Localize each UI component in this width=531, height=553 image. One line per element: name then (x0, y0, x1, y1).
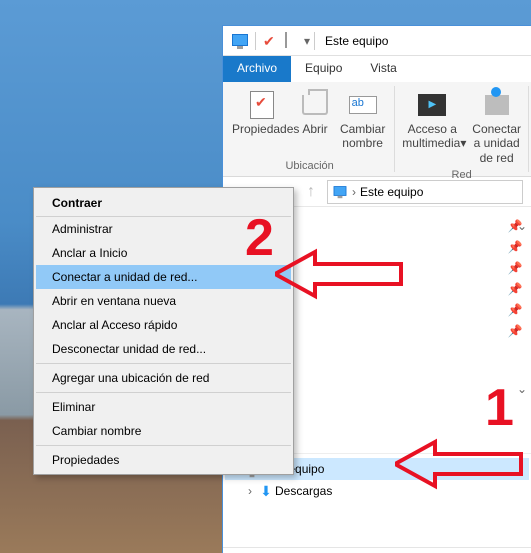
abrir-button[interactable]: Abrir (297, 86, 333, 158)
ctx-separator (36, 363, 291, 364)
conectar-label: Conectar a unidad de red (472, 122, 521, 165)
downloads-icon: ⬇ (257, 483, 275, 500)
media-icon (418, 94, 446, 116)
ctx-eliminar[interactable]: Eliminar (36, 395, 291, 419)
propiedades-label: Propiedades (232, 122, 292, 136)
rename-icon (349, 96, 377, 114)
ctx-anclar-rapido[interactable]: Anclar al Acceso rápido (36, 313, 291, 337)
network-drive-icon (485, 95, 509, 115)
separator (314, 32, 315, 50)
qat-newfolder-icon[interactable] (285, 33, 301, 49)
ribbon-group-ubicacion: Propiedades Abrir Cambiar nombre Ubicaci… (225, 86, 395, 172)
qat-properties-icon[interactable]: ✔ (263, 33, 279, 49)
ribbon: Propiedades Abrir Cambiar nombre Ubicaci… (223, 82, 531, 177)
pin-icon: 📌 (507, 324, 523, 338)
abrir-label: Abrir (302, 122, 327, 136)
acceso-multimedia-button[interactable]: Acceso a multimedia▾ (397, 86, 467, 167)
ctx-agregar-ubicacion[interactable]: Agregar una ubicación de red (36, 366, 291, 390)
ctx-abrir-ventana[interactable]: Abrir en ventana nueva (36, 289, 291, 313)
ctx-desconectar[interactable]: Desconectar unidad de red... (36, 337, 291, 361)
separator (255, 32, 256, 50)
properties-icon (250, 91, 274, 119)
ctx-conectar-red[interactable]: Conectar a unidad de red... (36, 265, 291, 289)
tree-descargas[interactable]: › ⬇ Descargas (225, 480, 529, 502)
tab-equipo[interactable]: Equipo (291, 56, 356, 82)
computer-icon (332, 184, 348, 199)
address-field[interactable]: › Este equipo (327, 180, 523, 204)
propiedades-button[interactable]: Propiedades (227, 86, 297, 158)
open-icon (302, 95, 328, 115)
chevron-right-icon: › (352, 185, 356, 199)
pin-icon: 📌 (507, 282, 523, 296)
pin-icon: 📌 (507, 240, 523, 254)
ctx-cambiar-nombre[interactable]: Cambiar nombre (36, 419, 291, 443)
tab-vista[interactable]: Vista (356, 56, 410, 82)
expand-chevron-icon[interactable]: ⌄ (517, 219, 527, 233)
titlebar: ✔ ▾ Este equipo (223, 26, 531, 56)
annotation-2: 2 (245, 208, 274, 268)
nav-up-button[interactable]: ↑ (299, 180, 323, 204)
address-root[interactable]: Este equipo (360, 185, 423, 199)
ctx-separator (36, 392, 291, 393)
annotation-1: 1 (485, 378, 514, 438)
cambiar-label: Cambiar nombre (338, 122, 387, 151)
qat-dropdown-icon[interactable]: ▾ (304, 34, 310, 48)
conectar-red-button[interactable]: Conectar a unidad de red (467, 86, 526, 167)
expand-chevron-icon[interactable]: ⌄ (517, 382, 527, 396)
cambiar-nombre-button[interactable]: Cambiar nombre (333, 86, 392, 158)
ctx-propiedades[interactable]: Propiedades (36, 448, 291, 472)
group-label-red: Red (452, 169, 472, 181)
ctx-separator (36, 445, 291, 446)
group-label-ubicacion: Ubicación (285, 160, 333, 172)
tree-label: Descargas (275, 484, 332, 498)
computer-icon (232, 33, 248, 49)
window-title: Este equipo (325, 34, 388, 48)
status-bar: 13 elementos (223, 547, 531, 553)
desktop-wallpaper: ✔ ▾ Este equipo Archivo Equipo Vista Pro… (0, 0, 531, 553)
ribbon-tabs: Archivo Equipo Vista (223, 56, 531, 82)
acceso-label: Acceso a multimedia▾ (402, 122, 462, 151)
expand-chevron-icon[interactable]: › (243, 484, 257, 498)
pin-icon: 📌 (507, 303, 523, 317)
tab-archivo[interactable]: Archivo (223, 56, 291, 82)
pin-icon: 📌 (507, 261, 523, 275)
ribbon-group-red: Acceso a multimedia▾ Conectar a unidad d… (395, 86, 529, 172)
